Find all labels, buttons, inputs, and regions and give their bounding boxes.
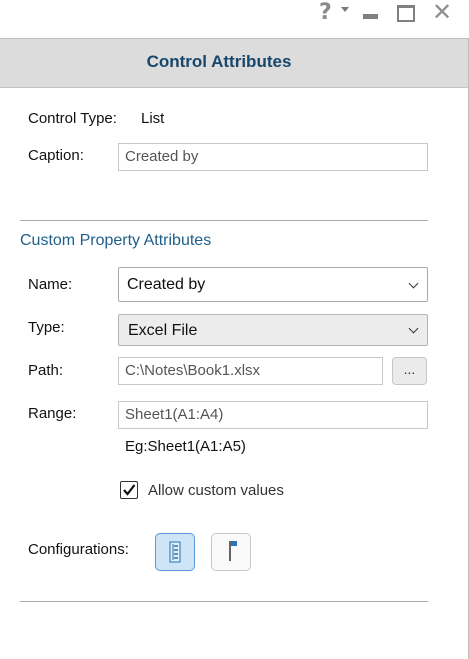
minimize-icon[interactable] <box>363 14 378 19</box>
path-label: Path: <box>28 362 64 379</box>
window-titlebar: ? ✕ <box>0 0 469 30</box>
caption-field[interactable]: Created by <box>118 143 428 171</box>
section-title: Custom Property Attributes <box>20 232 212 249</box>
chevron-down-icon <box>408 278 419 289</box>
tree-view-icon <box>169 541 180 562</box>
help-icon[interactable]: ? <box>319 0 332 25</box>
flag-icon <box>229 541 237 561</box>
allow-custom-values-label: Allow custom values <box>148 482 284 499</box>
checkmark-icon <box>123 484 136 496</box>
browse-button[interactable]: ... <box>392 357 427 385</box>
type-dropdown[interactable]: Excel File <box>118 314 428 346</box>
chevron-down-icon <box>408 323 419 334</box>
range-field[interactable]: Sheet1(A1:A4) <box>118 401 428 429</box>
divider <box>20 601 428 602</box>
configurations-label: Configurations: <box>28 541 129 558</box>
panel-title: Control Attributes <box>146 52 292 71</box>
range-label: Range: <box>28 405 77 422</box>
control-type-label: Control Type: <box>28 110 117 127</box>
flag-button[interactable] <box>211 533 251 571</box>
type-dropdown-value: Excel File <box>128 322 198 339</box>
maximize-icon[interactable] <box>397 5 415 22</box>
name-combobox-value: Created by <box>127 276 206 293</box>
caption-label: Caption: <box>28 147 84 164</box>
tree-view-button[interactable] <box>155 533 195 571</box>
range-example-text: Eg:Sheet1(A1:A5) <box>125 438 246 455</box>
control-type-value: List <box>141 110 165 127</box>
allow-custom-values-checkbox[interactable] <box>120 481 138 499</box>
name-label: Name: <box>28 276 73 293</box>
panel-header: Control Attributes <box>0 39 468 88</box>
path-field[interactable]: C:\Notes\Book1.xlsx <box>118 357 383 385</box>
close-icon[interactable]: ✕ <box>432 0 452 26</box>
type-label: Type: <box>28 319 65 336</box>
divider <box>20 220 428 221</box>
name-combobox[interactable]: Created by <box>118 267 428 302</box>
help-dropdown-icon[interactable] <box>341 7 349 12</box>
